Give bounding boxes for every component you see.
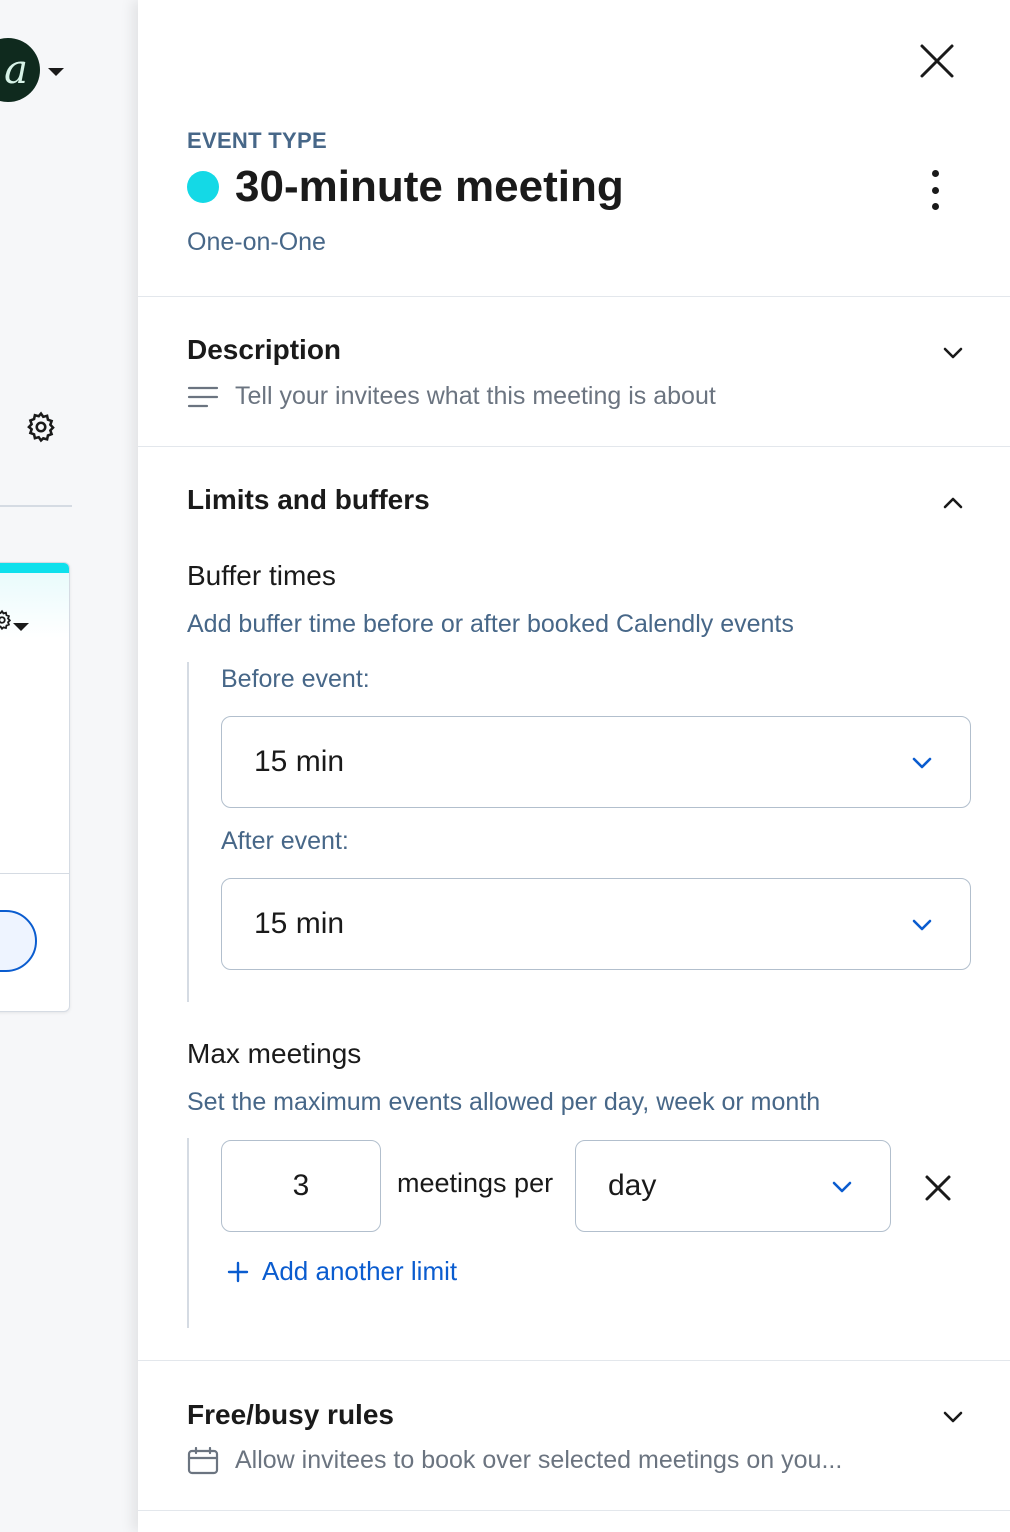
after-event-value: 15 min [254, 907, 345, 940]
limits-section-title[interactable]: Limits and buffers [187, 484, 430, 516]
max-meetings-count: 3 [292, 1169, 310, 1202]
add-another-limit-button[interactable]: Add another limit [226, 1256, 457, 1287]
remove-limit-icon[interactable] [922, 1172, 954, 1204]
description-placeholder-row[interactable]: Tell your invitees what this meeting is … [187, 382, 716, 411]
chevron-down-icon [912, 757, 932, 769]
event-color-dot [187, 171, 219, 203]
after-event-label: After event: [221, 827, 349, 855]
before-event-select[interactable]: 15 min [221, 716, 971, 808]
chevron-down-icon[interactable] [940, 1404, 966, 1430]
chevron-up-icon[interactable] [940, 490, 966, 516]
title-row: 30-minute meeting [187, 162, 624, 212]
text-lines-icon [187, 386, 219, 407]
max-meetings-count-input[interactable]: 3 [221, 1140, 381, 1232]
divider [138, 1360, 1010, 1361]
freebusy-description-row[interactable]: Allow invitees to book over selected mee… [187, 1446, 842, 1475]
gear-icon[interactable] [0, 609, 13, 631]
event-card-color-bar [0, 563, 69, 573]
card-pill-button[interactable] [0, 910, 37, 972]
left-background: a [0, 0, 140, 1532]
period-value: day [608, 1169, 657, 1202]
user-avatar[interactable]: a [0, 38, 40, 102]
after-event-select[interactable]: 15 min [221, 878, 971, 970]
chevron-down-icon [912, 919, 932, 931]
card-caret-icon[interactable] [13, 623, 29, 631]
close-icon[interactable] [916, 40, 958, 82]
gear-icon[interactable] [24, 410, 58, 444]
left-divider [0, 505, 72, 507]
event-type-eyebrow: EVENT TYPE [187, 128, 327, 153]
chevron-down-icon[interactable] [940, 340, 966, 366]
period-select[interactable]: day [575, 1140, 891, 1232]
before-event-value: 15 min [254, 745, 345, 778]
event-card-header [0, 573, 69, 638]
chevron-down-icon [832, 1181, 852, 1193]
max-meetings-description: Set the maximum events allowed per day, … [187, 1088, 821, 1116]
divider [138, 1510, 1010, 1511]
calendar-icon [187, 1446, 219, 1474]
event-kind: One-on-One [187, 228, 326, 256]
divider [138, 296, 1010, 297]
buffer-times-title: Buffer times [187, 560, 336, 591]
more-options-icon[interactable] [924, 170, 946, 210]
avatar-caret-icon[interactable] [48, 68, 64, 76]
description-placeholder: Tell your invitees what this meeting is … [235, 382, 716, 410]
meetings-per-label: meetings per [397, 1168, 554, 1198]
event-card[interactable] [0, 562, 70, 1012]
event-type-panel: EVENT TYPE 30-minute meeting One-on-One … [138, 0, 1010, 1532]
plus-icon [227, 1261, 249, 1282]
add-another-limit-label: Add another limit [262, 1256, 458, 1286]
card-divider [0, 873, 69, 874]
buffer-group-rule [187, 662, 189, 1002]
avatar-letter: a [4, 47, 28, 93]
max-group-rule [187, 1138, 189, 1328]
before-event-label: Before event: [221, 665, 370, 693]
max-meetings-title: Max meetings [187, 1038, 362, 1069]
page-title: 30-minute meeting [235, 162, 624, 211]
freebusy-section-title[interactable]: Free/busy rules [187, 1399, 394, 1431]
freebusy-description: Allow invitees to book over selected mee… [235, 1446, 843, 1474]
divider [138, 446, 1010, 447]
buffer-times-description: Add buffer time before or after booked C… [187, 610, 794, 638]
description-section-title[interactable]: Description [187, 334, 341, 366]
